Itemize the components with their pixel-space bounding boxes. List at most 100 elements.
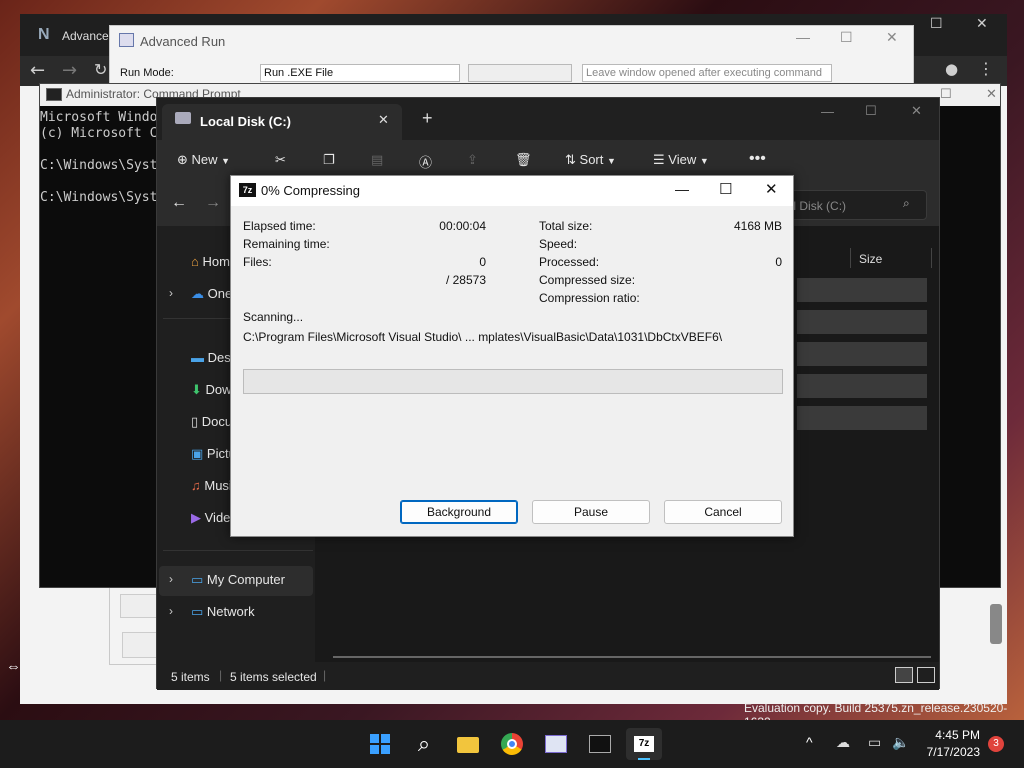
chrome-icon[interactable]: [496, 728, 528, 760]
elapsed-time-label: Elapsed time:: [243, 219, 316, 233]
compression-ratio-label: Compression ratio:: [539, 291, 640, 305]
table-row[interactable]: [797, 310, 927, 334]
close-icon[interactable]: ✕: [886, 29, 898, 46]
video-icon: ▶: [191, 510, 201, 525]
tab-title: Local Disk (C:): [200, 114, 292, 129]
paste-icon[interactable]: ▤: [371, 152, 383, 168]
column-divider: [931, 248, 932, 268]
horizontal-scrollbar[interactable]: [333, 656, 931, 658]
sort-button[interactable]: ⇅ Sort ▼: [565, 152, 616, 168]
tab-local-disk[interactable]: Local Disk (C:) ✕: [162, 104, 402, 140]
pause-button[interactable]: Pause: [532, 500, 650, 524]
cmd-output[interactable]: Microsoft Windo (c) Microsoft C C:\Windo…: [40, 110, 157, 206]
browser-close-icon[interactable]: ✕: [976, 16, 988, 32]
network-icon[interactable]: ▭: [868, 734, 881, 751]
chevron-right-icon[interactable]: ›: [169, 572, 173, 586]
scanning-label: Scanning...: [243, 310, 304, 324]
sidebar-item-my-computer[interactable]: ▭ My Computer: [191, 572, 285, 588]
background-button[interactable]: Background: [400, 500, 518, 524]
tiles-view-icon[interactable]: [917, 667, 935, 683]
browser-tab-title[interactable]: Advanced: [62, 29, 115, 43]
menu-icon[interactable]: ⋮: [978, 59, 994, 78]
partial-control[interactable]: [120, 594, 160, 618]
cancel-button[interactable]: Cancel: [664, 500, 782, 524]
dialog-titlebar: 7z 0% Compressing — ☐ ✕: [231, 176, 793, 206]
table-row[interactable]: [797, 342, 927, 366]
reload-icon[interactable]: ↻: [94, 60, 107, 79]
status-selected-count: 5 items selected: [230, 670, 317, 684]
start-icon[interactable]: [364, 728, 396, 760]
chevron-up-icon[interactable]: ^: [806, 734, 813, 750]
7zip-taskbar-icon[interactable]: 7z: [626, 728, 662, 760]
secondary-select[interactable]: [468, 64, 572, 82]
cmd-maximize-icon[interactable]: ☐: [940, 86, 952, 102]
view-icon: ☰: [653, 152, 665, 167]
window-option-select[interactable]: Leave window opened after executing comm…: [582, 64, 832, 82]
table-row[interactable]: [797, 406, 927, 430]
explorer-maximize-icon[interactable]: ☐: [865, 103, 877, 119]
copy-icon[interactable]: ❐: [323, 152, 335, 168]
close-icon[interactable]: ✕: [765, 180, 778, 198]
maximize-icon[interactable]: ☐: [719, 180, 732, 198]
delete-icon[interactable]: 🗑: [515, 152, 532, 168]
table-row[interactable]: [797, 278, 927, 302]
search-icon[interactable]: ⌕: [408, 728, 440, 760]
sidebar-item-label: My Computer: [206, 572, 285, 587]
clock-time[interactable]: 4:45 PM: [930, 728, 980, 742]
tab-close-icon[interactable]: ✕: [378, 112, 389, 128]
nav-forward-icon[interactable]: →: [205, 194, 221, 212]
file-explorer-icon[interactable]: [452, 728, 484, 760]
new-tab-icon[interactable]: +: [422, 108, 433, 129]
advanced-run-icon[interactable]: [540, 728, 572, 760]
more-icon[interactable]: •••: [749, 150, 766, 168]
explorer-tabstrip: Local Disk (C:) ✕ + — ☐ ✕: [157, 98, 939, 140]
clock-date[interactable]: 7/17/2023: [920, 745, 980, 759]
profile-icon[interactable]: ●: [945, 60, 958, 78]
chevron-right-icon[interactable]: ›: [169, 286, 173, 300]
window-title: Advanced Run: [140, 34, 226, 49]
new-label: New: [191, 152, 218, 167]
run-mode-label: Run Mode:: [120, 67, 174, 79]
status-item-count: 5 items: [171, 670, 210, 684]
compress-dialog: 7z 0% Compressing — ☐ ✕ Elapsed time: 00…: [230, 175, 794, 537]
minimize-icon[interactable]: —: [675, 181, 689, 197]
terminal-icon[interactable]: [584, 728, 616, 760]
nav-back-icon[interactable]: ←: [171, 194, 187, 212]
browser-maximize-icon[interactable]: ☐: [930, 16, 943, 32]
minimize-icon[interactable]: —: [796, 29, 810, 45]
desktop-icon: ▬: [191, 350, 204, 365]
cmd-line: C:\Windows\Syst: [40, 158, 158, 173]
back-icon[interactable]: ←: [30, 60, 45, 81]
column-size[interactable]: Size: [859, 252, 882, 266]
view-button[interactable]: ☰ View ▼: [653, 152, 709, 168]
files-total: / 28573: [445, 273, 486, 287]
rename-icon[interactable]: Ⓐ: [419, 152, 432, 171]
notification-badge[interactable]: 3: [988, 736, 1004, 752]
volume-icon[interactable]: 🔈: [892, 734, 909, 751]
speed-label: Speed:: [539, 237, 578, 251]
explorer-close-icon[interactable]: ✕: [911, 103, 922, 119]
forward-icon[interactable]: →: [62, 60, 77, 81]
7zip-icon: 7z: [239, 183, 256, 197]
table-row[interactable]: [797, 374, 927, 398]
run-mode-select[interactable]: Run .EXE File: [260, 64, 460, 82]
dialog-title: 0% Compressing: [261, 183, 360, 198]
sidebar-item-network[interactable]: ▭ Network: [191, 604, 255, 620]
drive-icon: [175, 112, 191, 124]
status-bar: 5 items | 5 items selected |: [157, 662, 939, 690]
home-icon: ⌂: [191, 254, 199, 269]
document-icon: ▯: [191, 414, 199, 429]
new-button[interactable]: ⊕ New ▼: [177, 152, 230, 168]
cut-icon[interactable]: ✂: [275, 152, 286, 168]
explorer-minimize-icon[interactable]: —: [821, 104, 834, 119]
view-label: View: [668, 152, 697, 167]
cmd-close-icon[interactable]: ✕: [986, 86, 997, 102]
onedrive-icon[interactable]: ☁: [836, 734, 850, 751]
share-icon[interactable]: ⇪: [467, 152, 478, 168]
divider: [163, 550, 313, 551]
browser-scrollbar[interactable]: [990, 604, 1002, 644]
maximize-icon[interactable]: ☐: [840, 29, 853, 46]
chevron-down-icon: ▼: [221, 156, 231, 166]
details-view-icon[interactable]: [895, 667, 913, 683]
chevron-right-icon[interactable]: ›: [169, 604, 173, 618]
